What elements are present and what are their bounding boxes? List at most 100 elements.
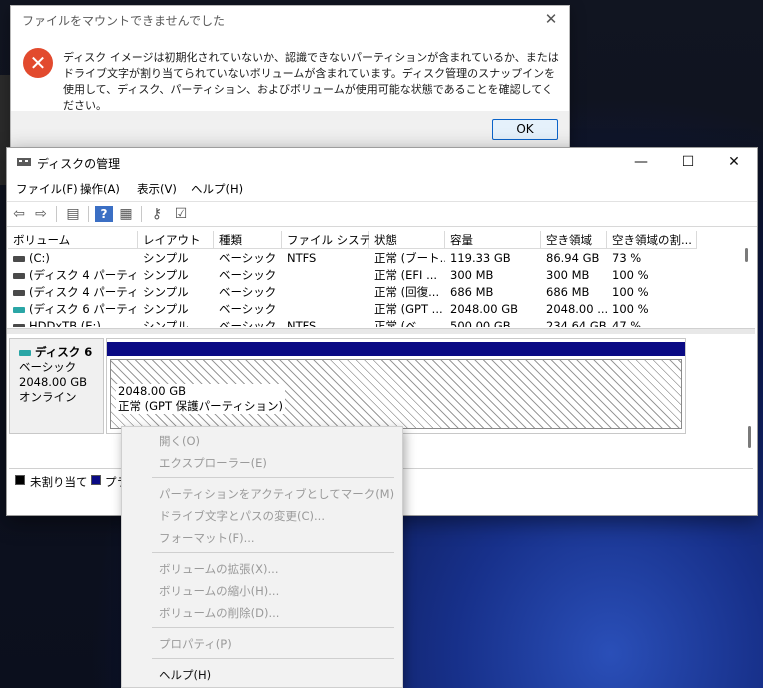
type-cell: ベーシック [219,285,277,299]
menu-shrink-volume[interactable]: ボリュームの縮小(H)... [159,583,279,599]
console-tree-icon[interactable]: ▤ [64,206,82,222]
disk-name: ディスク 6 [19,345,103,360]
capacity-cell: 119.33 GB [450,251,511,265]
close-icon[interactable]: ✕ [711,148,757,176]
menu-help-item[interactable]: ヘルプ(H) [159,667,211,683]
column-volume[interactable]: ボリューム [8,231,138,249]
layout-cell: シンプル [143,251,189,265]
capacity-cell: 300 MB [450,268,494,282]
table-row[interactable]: (C:) シンプル ベーシック NTFS 正常 (ブート... 119.33 G… [8,250,741,267]
volume-list-scrollbar[interactable] [745,248,748,262]
disk-type: ベーシック [19,360,77,374]
free-percent-cell: 100 % [612,285,649,299]
layout-cell: シンプル [143,319,189,327]
status-cell: 正常 (ブート... [374,251,445,265]
back-arrow-icon[interactable]: ⇦ [10,206,28,222]
type-cell: ベーシック [219,251,277,265]
dialog-message: ディスク イメージは初期化されていないか、認識できないパーティションが含まれてい… [63,51,559,112]
table-row[interactable]: (ディスク 4 パーティシ... シンプル ベーシック 正常 (EFI ... … [8,267,741,284]
volume-name-cell: (ディスク 4 パーティシ... [8,267,138,284]
volume-icon [13,272,25,279]
status-cell: 正常 (ベ... [374,319,428,327]
type-cell: ベーシック [219,268,277,282]
column-free-percent[interactable]: 空き領域の割... [607,231,697,249]
menu-separator [152,627,394,628]
volume-name-cell: (ディスク 4 パーティシ... [8,284,138,301]
layout-cell: シンプル [143,302,189,316]
minimize-icon[interactable]: — [618,148,664,176]
connect-drive-icon[interactable]: ⚷ [148,206,166,222]
disk-management-app-icon [17,158,31,166]
file-system-cell: NTFS [287,319,317,327]
menu-explorer[interactable]: エクスプローラー(E) [159,455,267,471]
disk-icon [19,349,31,356]
menu-change-drive-letter[interactable]: ドライブ文字とパスの変更(C)... [159,508,325,524]
column-capacity[interactable]: 容量 [445,231,541,249]
status-cell: 正常 (回復... [374,285,440,299]
free-percent-cell: 47 % [612,319,642,327]
toolbar-separator [88,206,89,222]
layout-cell: シンプル [143,285,189,299]
properties-pane-icon[interactable]: ▦ [117,206,135,222]
error-icon: ✕ [23,48,53,78]
column-status[interactable]: 状態 [369,231,445,249]
partition-info: 2048.00 GB 正常 (GPT 保護パーティション) [116,384,285,414]
column-layout[interactable]: レイアウト [138,231,214,249]
menu-file[interactable]: ファイル(F) [16,181,78,197]
maximize-icon[interactable]: ☐ [665,148,711,176]
menu-bar: ファイル(F) 操作(A) 表示(V) ヘルプ(H) [7,178,757,198]
menu-delete-volume[interactable]: ボリュームの削除(D)... [159,605,279,621]
menu-extend-volume[interactable]: ボリュームの拡張(X)... [159,561,278,577]
volume-name-cell: (ディスク 6 パーティシ... [8,301,138,318]
mount-error-dialog: ファイルをマウントできませんでした ✕ ✕ ディスク イメージは初期化されていな… [10,5,570,148]
partition-block[interactable]: 2048.00 GB 正常 (GPT 保護パーティション) [106,338,686,434]
help-icon[interactable]: ? [95,206,113,222]
free-percent-cell: 100 % [612,302,649,316]
volume-list: ボリューム レイアウト 種類 ファイル システム 状態 容量 空き領域 空き領域… [8,231,741,327]
free-space-cell: 234.64 GB [546,319,607,327]
type-cell: ベーシック [219,302,277,316]
volume-name-cell: (C:) [8,250,138,267]
status-cell: 正常 (EFI ... [374,268,438,282]
partition-status: 正常 (GPT 保護パーティション) [118,399,283,413]
menu-separator [152,552,394,553]
free-space-cell: 686 MB [546,285,590,299]
ok-button[interactable]: OK [492,119,558,140]
partition-hatched-area: 2048.00 GB 正常 (GPT 保護パーティション) [110,359,682,429]
toolbar: ⇦ ⇨ ▤ ? ▦ ⚷ ☑ [7,201,757,227]
primary-partition-bar [107,342,685,356]
menu-action[interactable]: 操作(A) [80,181,120,197]
table-row[interactable]: HDDxTB (E:) シンプル ベーシック NTFS 正常 (ベ... 500… [8,318,741,327]
menu-separator [152,477,394,478]
free-space-cell: 300 MB [546,268,590,282]
volume-icon [13,323,25,327]
menu-mark-active[interactable]: パーティションをアクティブとしてマーク(M) [159,486,394,502]
dialog-close-icon[interactable]: ✕ [541,9,561,29]
menu-view[interactable]: 表示(V) [137,181,177,197]
menu-open[interactable]: 開く(O) [159,433,200,449]
menu-format[interactable]: フォーマット(F)... [159,530,255,546]
toolbar-separator [141,206,142,222]
capacity-cell: 686 MB [450,285,494,299]
menu-properties[interactable]: プロパティ(P) [159,636,232,652]
free-percent-cell: 73 % [612,251,642,265]
primary-legend-swatch [91,475,101,485]
file-system-cell [282,301,369,318]
column-type[interactable]: 種類 [214,231,282,249]
table-row-selected-volume[interactable]: (ディスク 6 パーティシ... シンプル ベーシック 正常 (GPT ... … [8,301,741,318]
file-system-cell: NTFS [287,251,317,265]
dialog-footer: OK [11,111,569,147]
volume-icon [13,289,25,296]
column-free-space[interactable]: 空き領域 [541,231,607,249]
menu-separator [152,658,394,659]
disk-view-scrollbar[interactable] [748,426,751,448]
menu-help[interactable]: ヘルプ(H) [191,181,243,197]
column-file-system[interactable]: ファイル システム [282,231,382,249]
forward-arrow-icon[interactable]: ⇨ [32,206,50,222]
rescan-icon[interactable]: ☑ [172,206,190,222]
table-row[interactable]: (ディスク 4 パーティシ... シンプル ベーシック 正常 (回復... 68… [8,284,741,301]
layout-cell: シンプル [143,268,189,282]
volume-name-cell: HDDxTB (E:) [8,318,138,327]
disk-6-label[interactable]: ディスク 6 ベーシック 2048.00 GB オンライン [9,338,104,434]
partition-context-menu: 開く(O) エクスプローラー(E) パーティションをアクティブとしてマーク(M)… [121,426,403,688]
